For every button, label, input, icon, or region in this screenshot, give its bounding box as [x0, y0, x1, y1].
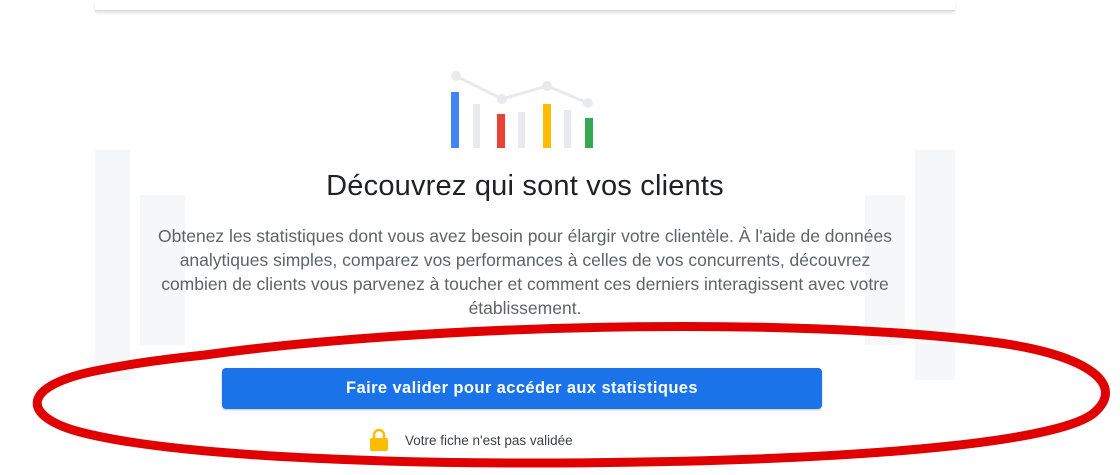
bar-blue [451, 92, 459, 148]
description-text: Obtenez les statistiques dont vous avez … [158, 226, 892, 318]
verification-status: Votre fiche n'est pas validée [368, 428, 573, 452]
bar-yellow [543, 104, 551, 148]
bar-grey-1 [473, 104, 480, 148]
trend-dot-2 [497, 94, 507, 104]
bar-grey-3 [564, 110, 571, 148]
page-title: Découvrez qui sont vos clients [326, 170, 724, 202]
trend-dot-3 [542, 81, 552, 91]
bar-chart-illustration-icon [451, 71, 593, 148]
request-verification-button[interactable]: Faire valider pour accéder aux statistiq… [222, 368, 822, 409]
page: Découvrez qui sont vos clients Obtenez l… [0, 0, 1120, 475]
bar-red [497, 114, 505, 148]
bar-grey-2 [518, 112, 525, 148]
trend-dot-4 [583, 98, 593, 108]
bar-green [585, 118, 593, 148]
lock-icon [370, 428, 388, 451]
trend-dot-1 [451, 71, 461, 81]
top-divider [95, 0, 955, 11]
trend-line [455, 74, 589, 105]
verification-status-text: Votre fiche n'est pas validée [405, 432, 573, 448]
